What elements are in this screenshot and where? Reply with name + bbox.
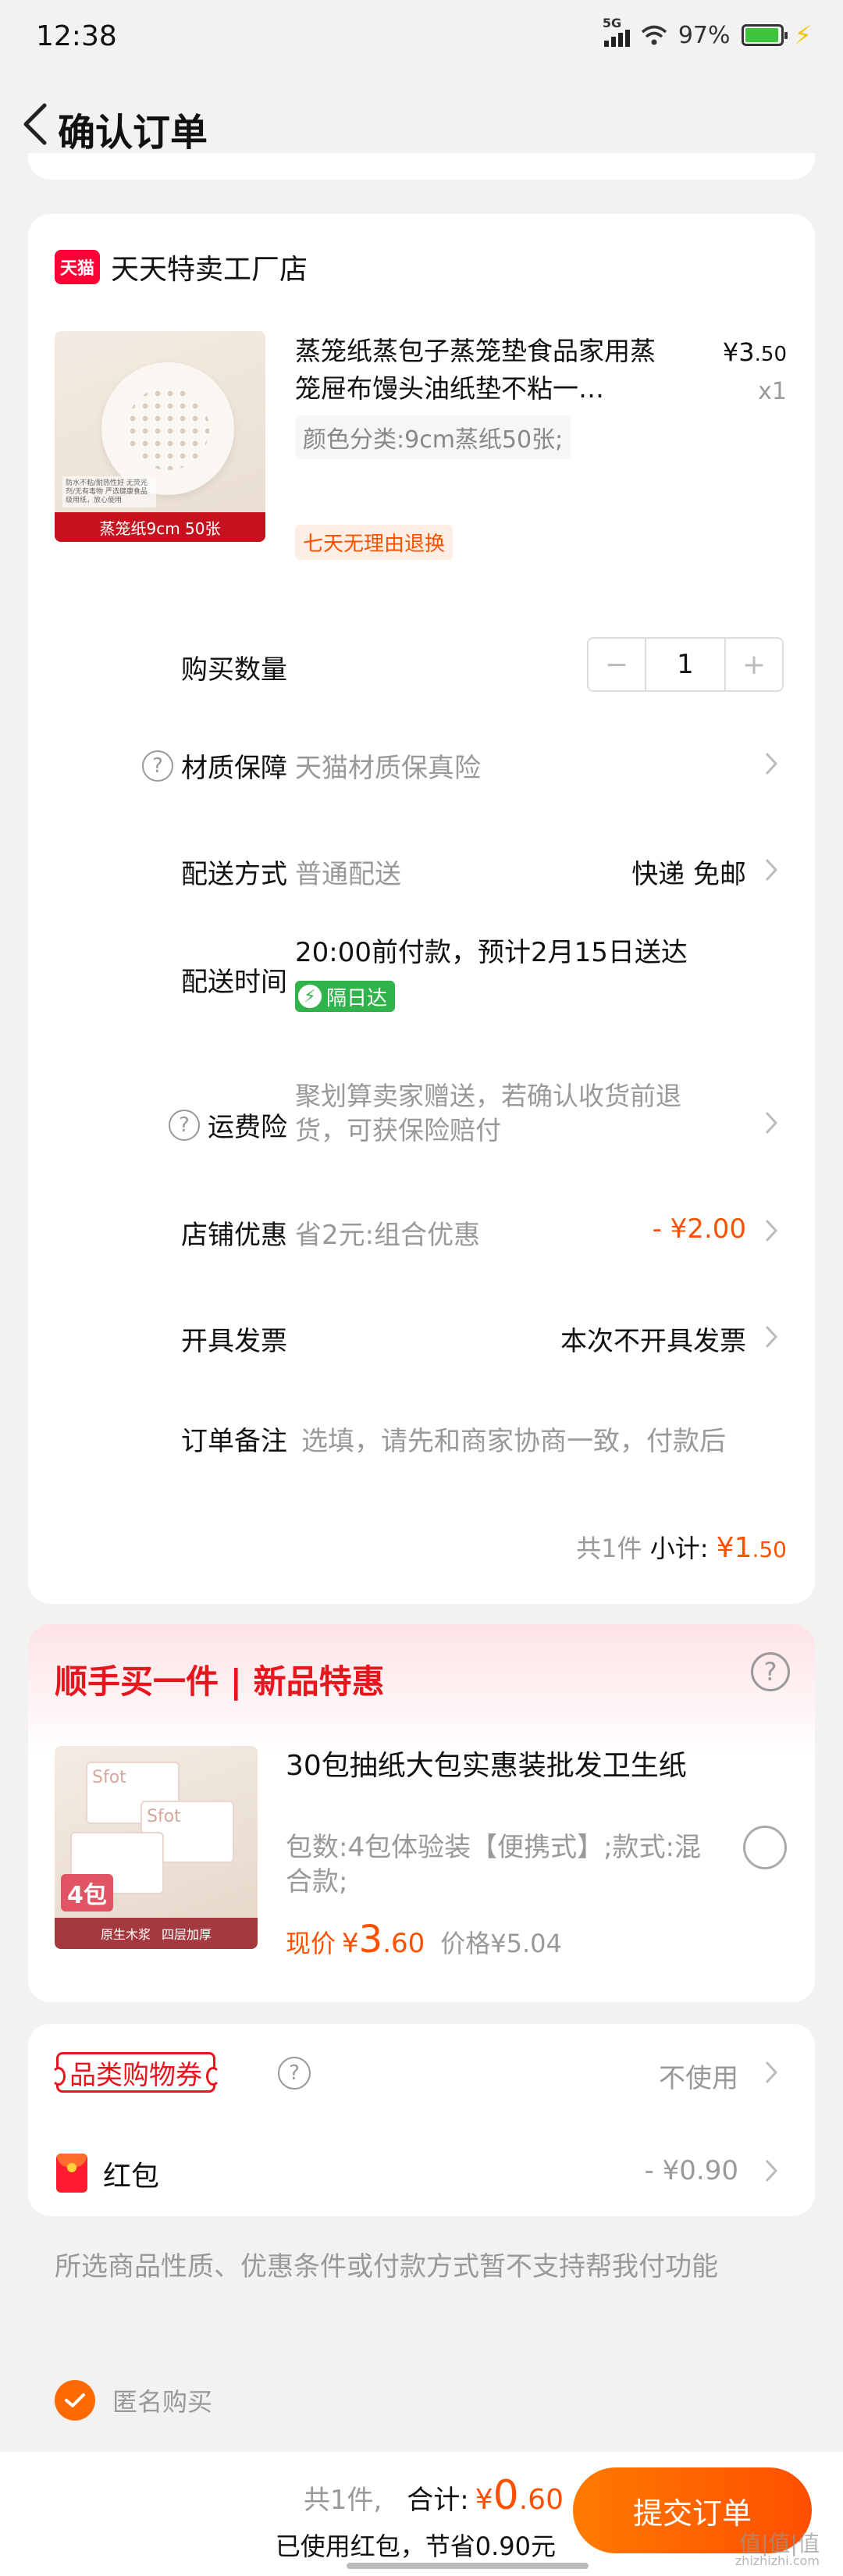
shop-header[interactable]: 天猫 天天特卖工厂店: [55, 247, 308, 287]
shop-discount-row[interactable]: 店铺优惠 省2元:组合优惠 - ¥2.00: [28, 1199, 815, 1262]
remark-input[interactable]: 选填，请先和商家协商一致，付款后: [301, 1420, 785, 1458]
bottom-bar: 共1件, 合计: ¥0.60 已使用红包，节省0.90元 提交订单: [0, 2452, 843, 2576]
addon-name[interactable]: 30包抽纸大包实惠装批发卫生纸: [286, 1748, 707, 1785]
status-time: 12:38: [36, 20, 117, 52]
addon-title: 顺手买一件 | 新品特惠: [55, 1662, 385, 1701]
coupon-value[interactable]: 不使用: [659, 2057, 738, 2095]
remark-row: 订单备注 选填，请先和商家协商一致，付款后: [28, 1406, 815, 1468]
material-value: 天猫材质保真险: [295, 753, 481, 784]
product-spec[interactable]: 颜色分类:9cm蒸纸50张;: [295, 415, 571, 459]
invoice-label: 开具发票: [181, 1326, 287, 1357]
battery-fill: [745, 28, 779, 42]
quantity-plus-button[interactable]: +: [726, 639, 782, 690]
battery-percent: 97%: [678, 21, 731, 49]
saved-amount: 已使用红包，节省0.90元: [275, 2531, 556, 2561]
shop-discount-amount: - ¥2.00: [652, 1213, 746, 1245]
subtotal: 共1件 小计: ¥1.50: [576, 1532, 787, 1564]
signal-icon: 5G: [603, 16, 630, 47]
total-count: 共1件,: [303, 2485, 382, 2516]
help-icon[interactable]: ?: [751, 1652, 790, 1691]
shop-discount-value: 省2元:组合优惠: [295, 1220, 481, 1251]
home-indicator[interactable]: [347, 2563, 589, 2569]
quantity-stepper: − 1 +: [587, 637, 784, 692]
status-bar: 12:38 5G 97% ⚡: [0, 0, 843, 78]
checkmark-icon[interactable]: [55, 2380, 95, 2421]
red-packet-value[interactable]: - ¥0.90: [645, 2155, 738, 2186]
chevron-right-icon: [756, 2055, 787, 2090]
addon-select-radio[interactable]: [743, 1826, 787, 1869]
product-title[interactable]: 蒸笼纸蒸包子蒸笼垫食品家用蒸笼屉布馒头油纸垫不粘一…: [295, 333, 670, 408]
red-packet-label: 红包: [103, 2161, 160, 2193]
quantity-row: 购买数量 − 1 +: [28, 634, 815, 697]
freight-insurance-label: ? 运费险: [169, 1106, 287, 1144]
coupon-tag: 品类购物券: [52, 2052, 220, 2093]
addon-card: 顺手买一件 | 新品特惠 ? Sfot Sfot 4包 原生木浆 四层加厚 30包…: [28, 1624, 815, 2002]
total-line: 共1件, 合计: ¥0.60: [304, 2472, 564, 2519]
quantity-minus-button[interactable]: −: [589, 639, 645, 690]
total-amount: ¥0.60: [475, 2472, 564, 2519]
shop-name: 天天特卖工厂店: [111, 254, 308, 286]
help-icon[interactable]: ?: [142, 750, 173, 782]
quantity-label: 购买数量: [181, 654, 287, 686]
anonymous-purchase[interactable]: 匿名购买: [55, 2380, 212, 2421]
product-image[interactable]: 防水不粘/耐热性好 无荧光剂/无有毒物 严选健康食品级用纸，放心使用 蒸笼纸9c…: [55, 331, 265, 542]
delivery-time-label: 配送时间: [181, 967, 287, 998]
next-day-badge: ⚡ 隔日达: [295, 981, 396, 1012]
product-image-features: 防水不粘/耐热性好 无荧光剂/无有毒物 严选健康食品级用纸，放心使用: [62, 476, 156, 508]
wifi-icon: [641, 25, 667, 45]
help-icon[interactable]: ?: [169, 1109, 200, 1141]
anonymous-label: 匿名购买: [112, 2387, 213, 2417]
help-icon[interactable]: ?: [278, 2057, 311, 2090]
tmall-logo: 天猫: [55, 250, 100, 284]
network-type: 5G: [602, 16, 622, 30]
chevron-right-icon: [756, 1320, 787, 1354]
delivery-time-value: 20:00前付款，预计2月15日送达: [295, 937, 688, 968]
quantity-value[interactable]: 1: [645, 639, 726, 690]
status-icons: 5G 97% ⚡: [603, 16, 812, 50]
product-image-banner: 蒸笼纸9cm 50张: [55, 512, 265, 542]
invoice-row[interactable]: 开具发票 本次不开具发票: [28, 1306, 815, 1368]
material-label: ? 材质保障: [142, 746, 287, 785]
return-policy-tag: 七天无理由退换: [295, 525, 454, 560]
battery-icon: [741, 24, 788, 46]
addon-product-image[interactable]: Sfot Sfot 4包 原生木浆 四层加厚: [55, 1746, 258, 1949]
chevron-left-icon: [23, 103, 47, 145]
shipping-value: 普通配送: [295, 859, 401, 890]
remark-label: 订单备注: [181, 1426, 287, 1457]
order-card: 天猫 天天特卖工厂店 防水不粘/耐热性好 无荧光剂/无有毒物 严选健康食品级用纸…: [28, 214, 815, 1604]
chevron-right-icon: [756, 746, 787, 781]
previous-card-edge: [28, 153, 815, 180]
shipping-row[interactable]: 配送方式 普通配送 快递 免邮: [28, 839, 815, 901]
addon-price: 现价 ¥3.60 价格¥5.04: [286, 1918, 562, 1961]
chevron-right-icon: [756, 853, 787, 887]
addon-original-price: 价格¥5.04: [440, 1929, 562, 1958]
invoice-value: 本次不开具发票: [560, 1326, 746, 1357]
material-row[interactable]: ? 材质保障 天猫材质保真险: [28, 732, 815, 795]
coupon-card: 品类购物券 ? 不使用 红包 - ¥0.90: [28, 2024, 815, 2216]
page-title: 确认订单: [58, 111, 208, 155]
charging-icon: ⚡: [794, 20, 812, 50]
watermark: 值|值|值 zhizhizhi.com: [735, 2531, 820, 2568]
lightning-icon: ⚡: [298, 985, 322, 1008]
addon-spec: 包数:4包体验装【便携式】;款式:混合款;: [286, 1832, 701, 1897]
product-price: ¥3.50: [722, 337, 787, 367]
chevron-right-icon: [756, 2154, 787, 2188]
red-packet-icon: [56, 2154, 87, 2193]
shop-discount-label: 店铺优惠: [181, 1220, 287, 1251]
shipping-label: 配送方式: [181, 859, 287, 890]
addon-image-count: 4包: [61, 1874, 113, 1912]
freight-insurance-value: 聚划算卖家赠送，若确认收货前退货，可获保险赔付: [295, 1081, 681, 1145]
shipping-fee: 快递 免邮: [631, 859, 746, 890]
chevron-right-icon: [756, 1213, 787, 1248]
product-qty: x1: [758, 378, 787, 405]
total-label: 合计:: [407, 2485, 469, 2516]
back-button[interactable]: [8, 97, 62, 151]
payment-notice: 所选商品性质、优惠条件或付款方式暂不支持帮我付功能: [55, 2251, 718, 2282]
chevron-right-icon: [756, 1106, 787, 1140]
